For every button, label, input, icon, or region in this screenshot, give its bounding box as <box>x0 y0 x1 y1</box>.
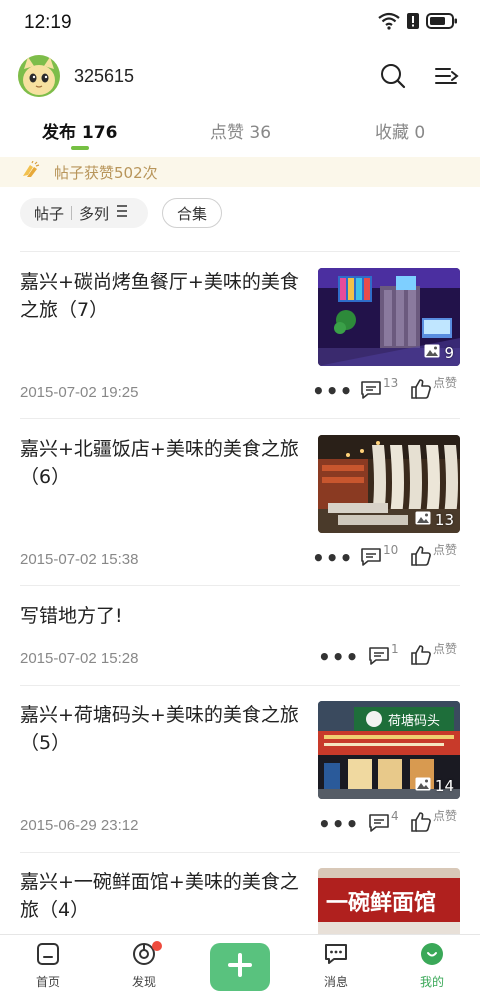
divider <box>20 852 460 853</box>
image-count: 13 <box>415 511 454 529</box>
plus-icon <box>227 952 253 982</box>
nav-discover-label: 发现 <box>131 975 156 989</box>
comment-count: 13 <box>383 376 399 390</box>
comment-stat[interactable]: 1 <box>368 642 399 670</box>
divider <box>20 251 460 252</box>
divider <box>20 685 460 686</box>
nav-me-label: 我的 <box>419 975 444 989</box>
thumbs-up-icon <box>410 378 432 404</box>
chip-divider <box>71 206 73 220</box>
comment-stat[interactable]: 10 <box>360 543 398 571</box>
comment-count: 10 <box>383 543 399 557</box>
thumbs-up-icon <box>410 644 432 670</box>
more-options-button[interactable]: ••• <box>318 814 359 834</box>
like-button[interactable]: 点赞 <box>410 543 457 571</box>
tab-favorites[interactable]: 收藏 0 <box>375 118 425 143</box>
shop-sign-text: 荷塘码头 <box>388 713 440 729</box>
post-title: 嘉兴+碳尚烤鱼餐厅+美味的美食之旅（7） <box>20 271 299 321</box>
like-label: 点赞 <box>433 809 458 823</box>
image-count: 14 <box>415 777 454 795</box>
comment-icon <box>368 813 390 837</box>
shop-sign-text: 一碗鲜面馆 <box>326 890 436 916</box>
post-thumbnail: 13 <box>318 435 460 533</box>
wifi-icon <box>378 12 400 34</box>
comment-icon <box>360 547 382 571</box>
more-options-button[interactable]: ••• <box>318 647 359 667</box>
tab-published[interactable]: 发布 176 <box>42 118 117 143</box>
nav-discover[interactable]: 发现 <box>114 941 174 990</box>
post-title: 嘉兴+荷塘码头+美味的美食之旅（5） <box>20 704 299 754</box>
post-title: 嘉兴+一碗鲜面馆+美味的美食之旅（4） <box>20 871 299 921</box>
profile-header: 325615 <box>0 50 480 102</box>
bottom-navigation: 首页 发现 消息 我的 <box>0 934 480 997</box>
comment-icon <box>368 646 390 670</box>
comment-count: 4 <box>391 809 399 823</box>
image-icon <box>415 511 431 529</box>
tab-liked[interactable]: 点赞 36 <box>210 118 271 143</box>
nav-messages-label: 消息 <box>323 975 348 989</box>
message-icon <box>323 941 349 971</box>
image-icon <box>424 344 440 362</box>
like-label: 点赞 <box>433 376 458 390</box>
post-title: 嘉兴+北疆饭店+美味的美食之旅（6） <box>20 438 299 488</box>
post-thumbnail: 9 <box>318 268 460 366</box>
notification-dot <box>152 941 162 951</box>
status-bar: 12:19 <box>0 0 480 46</box>
clap-icon <box>20 160 40 183</box>
post-date: 2015-06-29 23:12 <box>20 817 139 834</box>
filter-type-label: 帖子 <box>34 204 65 223</box>
status-icons <box>378 12 458 34</box>
post-date: 2015-07-02 19:25 <box>20 384 139 401</box>
image-count: 9 <box>424 344 454 362</box>
divider <box>20 585 460 586</box>
like-button[interactable]: 点赞 <box>410 642 457 670</box>
post-title: 写错地方了! <box>20 605 123 627</box>
post-filter-chip[interactable]: 帖子 多列 <box>20 198 148 228</box>
columns-icon <box>115 204 129 222</box>
post-thumbnail: 荷塘码头 14 <box>318 701 460 799</box>
me-icon <box>419 941 445 971</box>
post-date: 2015-07-02 15:28 <box>20 650 139 667</box>
battery-icon <box>426 12 458 34</box>
divider <box>20 418 460 419</box>
post-thumbnail: 一碗鲜面馆 <box>318 868 460 934</box>
thumbs-up-icon <box>410 545 432 571</box>
status-time: 12:19 <box>24 12 72 33</box>
publish-button[interactable] <box>210 943 270 991</box>
comment-stat[interactable]: 13 <box>360 376 398 404</box>
nav-me[interactable]: 我的 <box>402 941 462 990</box>
tab-indicator <box>71 146 89 150</box>
more-options-button[interactable]: ••• <box>312 381 353 401</box>
comment-icon <box>360 380 382 404</box>
likes-banner: 帖子获赞502次 <box>0 157 480 187</box>
like-label: 点赞 <box>433 543 458 557</box>
image-count-value: 13 <box>434 511 454 529</box>
profile-tabs: 发布 176 点赞 36 收藏 0 <box>0 108 480 152</box>
search-icon[interactable] <box>377 60 409 92</box>
post-date: 2015-07-02 15:38 <box>20 551 139 568</box>
like-label: 点赞 <box>433 642 458 656</box>
more-options-button[interactable]: ••• <box>312 548 353 568</box>
like-button[interactable]: 点赞 <box>410 376 457 404</box>
like-button[interactable]: 点赞 <box>410 809 457 837</box>
nav-home-label: 首页 <box>35 975 60 989</box>
nav-messages[interactable]: 消息 <box>306 941 366 990</box>
comment-count: 1 <box>391 642 399 656</box>
collection-chip[interactable]: 合集 <box>162 198 222 228</box>
username: 325615 <box>74 65 135 86</box>
image-count-value: 9 <box>444 344 454 362</box>
home-icon <box>35 941 61 971</box>
likes-banner-text: 帖子获赞502次 <box>54 163 158 182</box>
filter-layout-label: 多列 <box>79 204 110 223</box>
image-icon <box>415 777 431 795</box>
alert-icon <box>406 12 420 34</box>
menu-icon[interactable] <box>430 60 462 92</box>
comment-stat[interactable]: 4 <box>368 809 399 837</box>
thumbs-up-icon <box>410 811 432 837</box>
image-count-value: 14 <box>434 777 454 795</box>
avatar[interactable] <box>18 55 60 97</box>
nav-home[interactable]: 首页 <box>18 941 78 990</box>
